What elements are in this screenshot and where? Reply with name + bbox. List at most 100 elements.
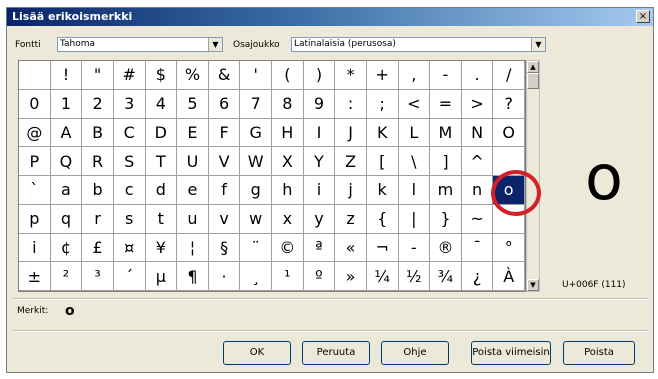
char-cell[interactable]: u <box>177 204 209 234</box>
char-cell[interactable]: Z <box>335 147 367 176</box>
char-cell[interactable]: ? <box>493 89 525 119</box>
char-cell[interactable]: d <box>145 176 178 205</box>
char-cell[interactable]: { <box>366 204 399 234</box>
char-cell[interactable]: 8 <box>272 89 304 119</box>
char-cell[interactable]: | <box>398 204 431 234</box>
char-cell[interactable]: i <box>303 176 336 205</box>
char-cell[interactable]: ¯ <box>461 233 494 263</box>
char-cell[interactable]: / <box>493 61 525 90</box>
char-cell[interactable]: ¼ <box>366 262 399 291</box>
char-cell[interactable]: ( <box>272 61 304 90</box>
char-cell[interactable]: c <box>113 176 146 205</box>
chevron-down-icon[interactable]: ▼ <box>208 38 222 51</box>
char-cell[interactable]: 3 <box>113 89 146 119</box>
char-cell[interactable]: H <box>272 118 304 148</box>
char-cell[interactable]: S <box>113 147 146 176</box>
char-cell[interactable]: R <box>82 147 114 176</box>
remove-last-button[interactable]: Poista viimeisin <box>471 341 551 365</box>
char-cell[interactable]: ª <box>303 233 336 263</box>
char-cell[interactable]: © <box>272 233 304 263</box>
char-cell[interactable]: ; <box>366 89 399 119</box>
char-cell[interactable]: X <box>272 147 304 176</box>
char-cell[interactable]: ½ <box>398 262 431 291</box>
char-cell[interactable]: h <box>272 176 304 205</box>
char-cell[interactable]: ¿ <box>461 262 494 291</box>
char-cell[interactable]: ´ <box>113 262 146 291</box>
char-cell[interactable]: k <box>366 176 399 205</box>
help-button[interactable]: Ohje <box>381 341 449 365</box>
char-cell[interactable]: « <box>335 233 367 263</box>
char-cell[interactable]: ¦ <box>177 233 209 263</box>
char-cell[interactable]: , <box>398 61 431 90</box>
char-cell[interactable]: s <box>113 204 146 234</box>
char-cell[interactable]: U <box>177 147 209 176</box>
char-cell[interactable]: 0 <box>19 89 51 119</box>
char-cell[interactable]: [ <box>366 147 399 176</box>
char-cell[interactable]: ¥ <box>145 233 178 263</box>
char-cell[interactable]: § <box>208 233 241 263</box>
char-cell[interactable]: 6 <box>208 89 241 119</box>
char-cell[interactable]: ) <box>303 61 336 90</box>
char-cell[interactable]: º <box>303 262 336 291</box>
char-cell[interactable]: ± <box>19 262 51 291</box>
char-cell[interactable]: ^ <box>461 147 494 176</box>
scroll-thumb[interactable] <box>527 73 539 89</box>
char-cell[interactable]: \ <box>398 147 431 176</box>
char-cell[interactable]: # <box>113 61 146 90</box>
char-cell[interactable]: @ <box>19 118 51 148</box>
char-cell[interactable]: ¬ <box>366 233 399 263</box>
char-cell[interactable]: = <box>430 89 462 119</box>
char-cell[interactable]: . <box>461 61 494 90</box>
char-cell[interactable]: A <box>50 118 83 148</box>
char-cell[interactable]: E <box>177 118 209 148</box>
char-cell[interactable]: w <box>240 204 272 234</box>
char-cell[interactable]: ' <box>240 61 272 90</box>
char-cell[interactable]: ¹ <box>272 262 304 291</box>
char-cell[interactable]: 5 <box>177 89 209 119</box>
char-cell[interactable]: ! <box>50 61 83 90</box>
char-cell[interactable]: F <box>208 118 241 148</box>
char-cell[interactable]: 2 <box>82 89 114 119</box>
char-cell[interactable]: a <box>50 176 83 205</box>
char-cell[interactable]: j <box>335 176 367 205</box>
char-cell[interactable]: ¶ <box>177 262 209 291</box>
char-cell[interactable]: µ <box>145 262 178 291</box>
char-cell[interactable] <box>19 61 51 90</box>
char-cell[interactable]: y <box>303 204 336 234</box>
char-cell[interactable]: m <box>430 176 462 205</box>
char-cell[interactable]: ° <box>493 233 525 263</box>
char-cell[interactable]: P <box>19 147 51 176</box>
char-cell[interactable]: V <box>208 147 241 176</box>
char-cell[interactable]: ® <box>430 233 462 263</box>
char-cell[interactable]: + <box>366 61 399 90</box>
char-cell[interactable]: f <box>208 176 241 205</box>
char-cell[interactable]: B <box>82 118 114 148</box>
subset-select[interactable]: Latinalaisia (perusosa) ▼ <box>291 37 546 52</box>
char-cell[interactable]: N <box>461 118 494 148</box>
char-cell[interactable]: T <box>145 147 178 176</box>
char-cell[interactable]: z <box>335 204 367 234</box>
char-cell[interactable]: n <box>461 176 494 205</box>
char-cell[interactable]: · <box>208 262 241 291</box>
char-cell[interactable]: & <box>208 61 241 90</box>
char-cell[interactable]: ] <box>430 147 462 176</box>
char-cell[interactable]: r <box>82 204 114 234</box>
char-cell[interactable]: e <box>177 176 209 205</box>
char-cell[interactable]: v <box>208 204 241 234</box>
char-cell[interactable]: ³ <box>82 262 114 291</box>
char-cell[interactable]: % <box>177 61 209 90</box>
char-cell[interactable]: : <box>335 89 367 119</box>
char-cell[interactable]: £ <box>82 233 114 263</box>
char-cell[interactable]: $ <box>145 61 178 90</box>
scroll-down-icon[interactable]: ▼ <box>527 279 539 291</box>
char-cell[interactable]: ¾ <box>430 262 462 291</box>
char-cell[interactable]: À <box>493 262 525 291</box>
ok-button[interactable]: OK <box>223 341 291 365</box>
cancel-button[interactable]: Peruuta <box>302 341 370 365</box>
char-cell[interactable]: 7 <box>240 89 272 119</box>
close-button[interactable]: × <box>636 10 650 23</box>
char-cell[interactable]: M <box>430 118 462 148</box>
char-cell[interactable]: x <box>272 204 304 234</box>
char-cell[interactable]: Y <box>303 147 336 176</box>
char-cell[interactable]: > <box>461 89 494 119</box>
